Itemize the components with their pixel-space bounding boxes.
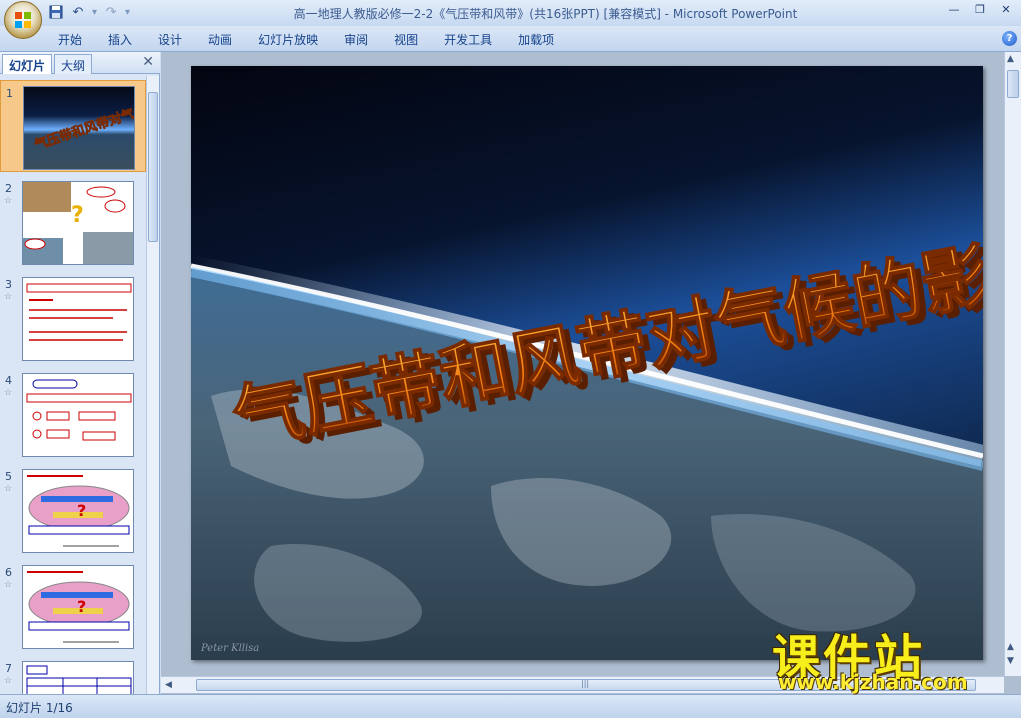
slide-number: 2 (5, 182, 12, 195)
tab-addins[interactable]: 加载项 (518, 31, 554, 48)
scroll-up-icon[interactable]: ▲ (1007, 54, 1014, 64)
minimize-icon[interactable]: — (941, 0, 967, 18)
svg-text:?: ? (77, 501, 86, 520)
office-button[interactable] (4, 1, 42, 39)
thumbnail-image: ? (22, 469, 134, 553)
scroll-grip-icon: ||| (581, 679, 590, 688)
tab-insert[interactable]: 插入 (108, 31, 132, 48)
svg-text:气压带和风带对气候的影响: 气压带和风带对气候的影响 (32, 90, 135, 153)
tab-animation[interactable]: 动画 (208, 31, 232, 48)
scroll-left-icon[interactable]: ◀ (165, 680, 172, 690)
panel-scrollbar[interactable] (146, 76, 159, 694)
slide-number: 7 (5, 662, 12, 675)
tab-view[interactable]: 视图 (394, 31, 418, 48)
tab-home[interactable]: 开始 (58, 31, 82, 48)
thumbnail-image: ? (22, 565, 134, 649)
tab-outline[interactable]: 大纲 (54, 54, 93, 74)
animation-star-icon: ☆ (4, 388, 13, 398)
tab-slides[interactable]: 幻灯片 (2, 54, 53, 74)
watermark-url: www.kjzhan.com (778, 670, 968, 694)
editor-scroll-thumb[interactable] (1007, 70, 1019, 98)
thumbnail-image: ? (22, 181, 134, 265)
close-icon[interactable]: ✕ (993, 0, 1019, 18)
slide-thumbnail-6[interactable]: 6 ☆ ? (0, 560, 146, 652)
window-title: 高一地理人教版必修一2-2《气压带和风带》(共16张PPT) [兼容模式] - … (293, 7, 798, 21)
animation-star-icon: ☆ (4, 676, 13, 686)
title-bar: ↶ ▾ ↷ ▾ 高一地理人教版必修一2-2《气压带和风带》(共16张PPT) [… (0, 0, 1021, 39)
window-controls: — ❐ ✕ (941, 0, 1019, 18)
slide-thumbnail-2[interactable]: 2 ☆ ? (0, 176, 146, 268)
site-watermark: 课件站 www.kjzhan.com (770, 618, 1010, 698)
svg-text:?: ? (77, 597, 86, 616)
ribbon-tabs: 开始 插入 设计 动画 幻灯片放映 审阅 视图 开发工具 加载项 ? (0, 26, 1021, 52)
slide-number: 3 (5, 278, 12, 291)
image-signature: Peter Kllisa (200, 643, 259, 654)
slide-number: 4 (5, 374, 12, 387)
tab-slideshow[interactable]: 幻灯片放映 (258, 31, 318, 48)
thumbnail-image (22, 661, 134, 694)
slides-panel: 幻灯片 大纲 ✕ 1 气压带和风带对气候的影响 2 ☆ ? 3 ☆ 4 ☆ 5 … (0, 52, 160, 694)
slide-number: 1 (6, 87, 13, 100)
pane-tabs: 幻灯片 大纲 ✕ (0, 52, 160, 74)
slide-number: 5 (5, 470, 12, 483)
close-pane-icon[interactable]: ✕ (142, 54, 154, 70)
animation-star-icon: ☆ (4, 580, 13, 590)
restore-icon[interactable]: ❐ (967, 0, 993, 18)
editor-vertical-scrollbar[interactable]: ▲ ▲ ▼ (1004, 52, 1021, 676)
thumbnail-image (22, 277, 134, 361)
slide-thumbnail-4[interactable]: 4 ☆ (0, 368, 146, 460)
panel-scroll-thumb[interactable] (148, 92, 158, 242)
slide-thumbnail-5[interactable]: 5 ☆ ? (0, 464, 146, 556)
tab-review[interactable]: 审阅 (344, 31, 368, 48)
slide-canvas[interactable]: 气压带和风带对气候的影响 气压带和风带对气候的影响 Peter Kllisa (191, 66, 983, 660)
animation-star-icon: ☆ (4, 484, 13, 494)
help-icon[interactable]: ? (1002, 31, 1017, 46)
slide-thumbnail-1[interactable]: 1 气压带和风带对气候的影响 (0, 80, 146, 172)
animation-star-icon: ☆ (4, 292, 13, 302)
tab-design[interactable]: 设计 (158, 31, 182, 48)
office-logo-icon (15, 12, 31, 28)
slide-counter: 幻灯片 1/16 (6, 701, 73, 715)
animation-star-icon: ☆ (4, 196, 13, 206)
slide-thumbnail-7[interactable]: 7 ☆ (0, 656, 146, 694)
thumbnail-list: 1 气压带和风带对气候的影响 2 ☆ ? 3 ☆ 4 ☆ 5 ☆ ? 6 ☆ ?… (0, 76, 146, 694)
tab-developer[interactable]: 开发工具 (444, 31, 492, 48)
slide-number: 6 (5, 566, 12, 579)
slide-editor: 气压带和风带对气候的影响 气压带和风带对气候的影响 Peter Kllisa ▲… (161, 52, 1021, 694)
thumbnail-image: 气压带和风带对气候的影响 (23, 86, 135, 170)
thumbnail-image (22, 373, 134, 457)
svg-text:?: ? (71, 203, 84, 228)
slide-thumbnail-3[interactable]: 3 ☆ (0, 272, 146, 364)
earth-background-image: 气压带和风带对气候的影响 气压带和风带对气候的影响 Peter Kllisa (191, 66, 983, 660)
